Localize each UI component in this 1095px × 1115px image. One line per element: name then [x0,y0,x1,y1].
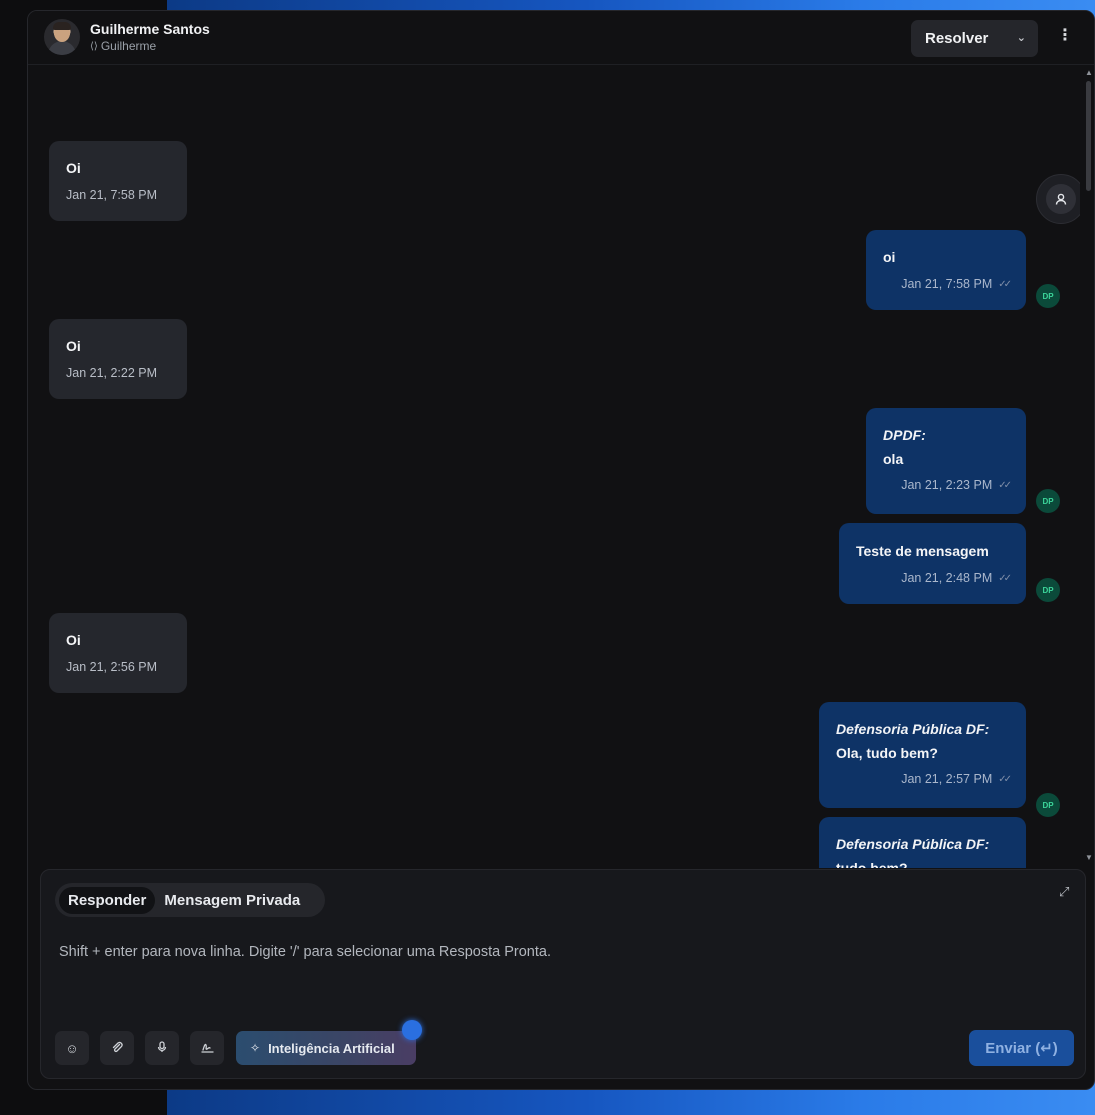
message-time-text: Jan 21, 2:22 PM [66,366,158,380]
tab-private-message[interactable]: Mensagem Privada [155,887,309,914]
message-incoming: Oi Jan 21, 2:56 PM [49,613,187,693]
emoji-icon: ☺ [65,1040,79,1056]
message-time: Jan 21, 2:57 PM ✓✓ [836,772,1012,786]
message-time-text: Jan 21, 2:48 PM [901,571,993,585]
chevron-down-icon[interactable]: ⌄ [1017,31,1026,44]
message-time: Jan 21, 2:22 PM [66,366,170,380]
agent-avatar: DP [1036,284,1060,308]
conversation-window: Guilherme Santos ⟨⟩ Guilherme Resolver ⌄… [27,10,1095,1090]
ai-assist-label: Inteligência Artificial [268,1040,395,1056]
contact-details-button[interactable] [1036,174,1080,224]
message-sender-prefix: Defensoria Pública DF: [836,836,990,852]
composer-mode-tabs: Responder Mensagem Privada [55,883,325,917]
message-text: tudo bem? [836,860,908,868]
conversation-header: Guilherme Santos ⟨⟩ Guilherme Resolver ⌄… [28,11,1094,65]
message-incoming: Oi Jan 21, 2:22 PM [49,319,187,399]
code-icon: ⟨⟩ [90,40,98,52]
signature-icon [200,1041,214,1056]
message-text: ola [883,451,904,467]
reply-composer: Responder Mensagem Privada ⤢ Shift + ent… [40,869,1086,1079]
resolve-button-label: Resolver [925,30,989,47]
message-text: Oi [66,632,81,648]
expand-icon[interactable]: ⤢ [1059,884,1069,900]
contact-avatar[interactable] [44,19,80,55]
agent-avatar: DP [1036,489,1060,513]
contact-handle: ⟨⟩ Guilherme [90,39,156,53]
message-input[interactable]: Shift + enter para nova linha. Digite '/… [59,944,551,960]
ai-assist-button[interactable]: ✧ Inteligência Artificial [236,1031,416,1065]
message-list: Oi Jan 21, 7:58 PM oi Jan 21, 7:58 PM ✓✓ … [28,66,1080,868]
message-text: Oi [66,338,81,354]
message-time: Jan 21, 2:56 PM [66,660,170,674]
message-sender-prefix: DPDF: [883,427,926,443]
message-outgoing: Defensoria Pública DF: tudo bem? [819,817,1026,868]
scroll-up-icon[interactable]: ▲ [1085,68,1093,77]
user-icon [1046,184,1076,214]
tab-reply[interactable]: Responder [59,886,156,914]
microphone-icon [156,1040,168,1056]
message-text: Teste de mensagem [856,543,989,559]
scroll-down-icon[interactable]: ▼ [1085,853,1093,862]
contact-handle-text: Guilherme [100,39,157,53]
message-text: Oi [66,160,81,176]
magic-wand-icon: ✧ [250,1041,261,1055]
message-outgoing: oi Jan 21, 7:58 PM ✓✓ [866,230,1026,310]
paperclip-icon [111,1041,123,1056]
message-sender-prefix: Defensoria Pública DF: [836,721,990,737]
message-text: oi [883,249,896,265]
signature-button[interactable] [190,1031,224,1065]
message-time-text: Jan 21, 7:58 PM [66,188,158,202]
resolve-button[interactable]: Resolver ⌄ [911,20,1038,57]
scrollbar-thumb[interactable] [1086,81,1091,191]
delivered-check-icon: ✓✓ [998,572,1012,584]
message-time: Jan 21, 7:58 PM ✓✓ [883,277,1012,291]
message-time: Jan 21, 7:58 PM [66,188,170,202]
message-outgoing: Teste de mensagem Jan 21, 2:48 PM ✓✓ [839,523,1026,604]
message-time-text: Jan 21, 2:56 PM [66,660,158,674]
emoji-button[interactable]: ☺ [55,1031,89,1065]
attach-button[interactable] [100,1031,134,1065]
delivered-check-icon: ✓✓ [998,773,1012,785]
send-button[interactable]: Enviar (↵) [969,1030,1074,1066]
message-text: Ola, tudo bem? [836,745,938,761]
agent-avatar: DP [1036,793,1060,817]
message-time-text: Jan 21, 7:58 PM [901,277,993,291]
message-outgoing: Defensoria Pública DF: Ola, tudo bem? Ja… [819,702,1026,808]
message-time-text: Jan 21, 2:23 PM [901,478,993,492]
contact-name[interactable]: Guilherme Santos [90,21,210,37]
message-outgoing: DPDF: ola Jan 21, 2:23 PM ✓✓ [866,408,1026,514]
message-incoming: Oi Jan 21, 7:58 PM [49,141,187,221]
agent-avatar: DP [1036,578,1060,602]
message-time-text: Jan 21, 2:57 PM [901,772,993,786]
delivered-check-icon: ✓✓ [998,278,1012,290]
audio-record-button[interactable] [145,1031,179,1065]
ai-notification-dot [402,1020,422,1040]
kebab-icon[interactable]: ⋮ [1056,25,1074,51]
message-time: Jan 21, 2:23 PM ✓✓ [883,478,1012,492]
message-time: Jan 21, 2:48 PM ✓✓ [856,571,1012,585]
delivered-check-icon: ✓✓ [998,479,1012,491]
